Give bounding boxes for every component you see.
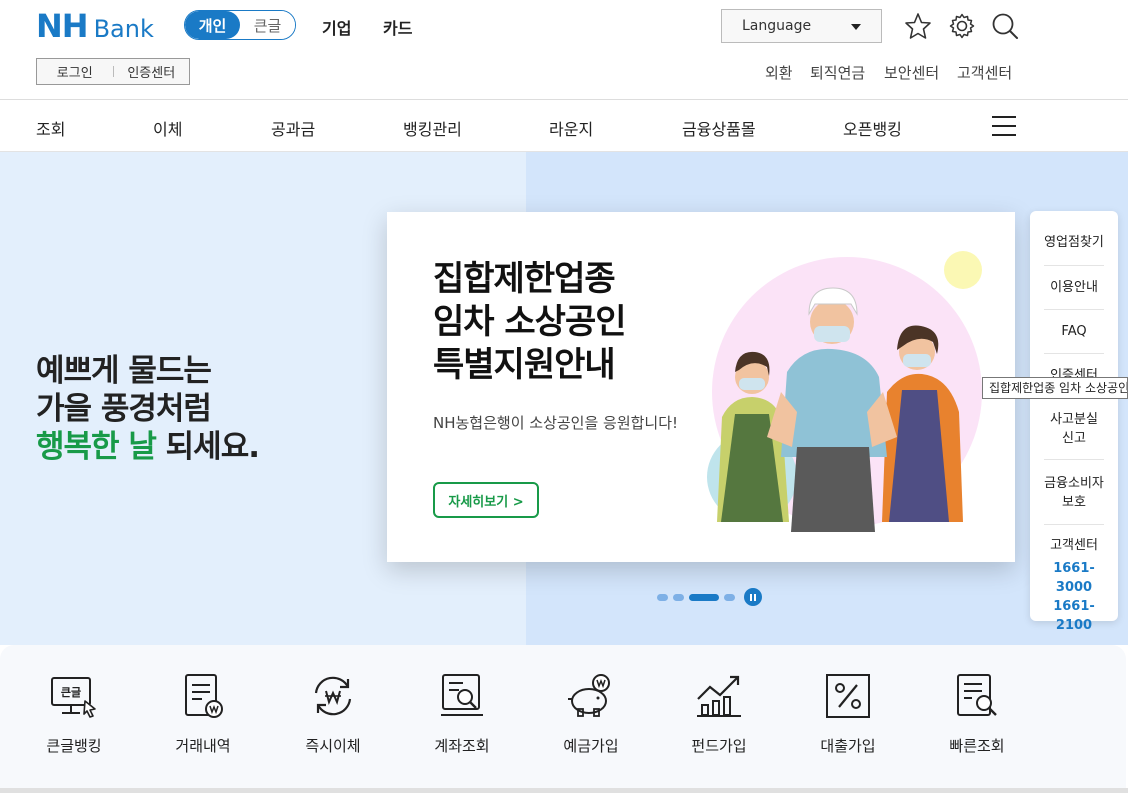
language-label: Language (742, 18, 812, 34)
quick-item-quick-inquiry[interactable]: 빠른조회 (912, 671, 1042, 756)
side-divider (1044, 265, 1104, 266)
quick-label: 거래내역 (175, 737, 231, 755)
banner-detail-button[interactable]: 자세히보기 > (433, 482, 539, 518)
quick-label: 즉시이체 (305, 737, 361, 755)
promo-banner[interactable]: 집합제한업종 임차 소상공인 특별지원안내 NH농협은행이 소상공인을 응원합니… (387, 212, 1015, 562)
side-protect-line-1: 금융소비자 (1044, 476, 1104, 491)
side-usage-guide[interactable]: 이용안내 (1040, 278, 1108, 297)
star-icon[interactable] (904, 12, 932, 40)
side-phone-2: 1661-2100 (1053, 599, 1095, 633)
segment-bigtext[interactable]: 큰글 (240, 11, 295, 39)
corporate-link[interactable]: 기업 (322, 15, 351, 39)
side-divider (1044, 524, 1104, 525)
quick-item-bigtext-banking[interactable]: 큰글 큰글뱅킹 (9, 671, 139, 756)
pause-icon[interactable] (744, 588, 762, 606)
quick-item-account-inquiry[interactable]: 계좌조회 (397, 671, 527, 756)
header: NH Bank 개인 큰글 기업 카드 Language 로그인 인증센터 외환… (0, 0, 1128, 100)
search-icon[interactable] (991, 12, 1019, 40)
side-branch-finder[interactable]: 영업점찾기 (1040, 233, 1108, 252)
quick-item-instant-transfer[interactable]: 즉시이체 (268, 671, 398, 756)
side-lost-line-2: 신고 (1062, 431, 1086, 446)
banner-title-line-2: 임차 소상공인 (433, 302, 627, 342)
page-bottom-divider (0, 788, 1128, 793)
hero-line-2: 가을 풍경처럼 (36, 391, 212, 427)
side-lost-report[interactable]: 사고분실 신고 (1040, 410, 1108, 448)
hero-line-3: 행복한 날 되세요. (36, 428, 260, 466)
logo-nh: NH (36, 7, 89, 45)
hero-line-1: 예쁘게 물드는 (36, 353, 212, 389)
growth-chart-icon (697, 675, 741, 717)
logo-bank: Bank (93, 15, 154, 43)
card-link[interactable]: 카드 (383, 15, 412, 39)
hero-line-3-green: 행복한 날 (36, 429, 157, 465)
banner-title: 집합제한업종 임차 소상공인 특별지원안내 (433, 258, 627, 387)
hero-greeting: 예쁘게 물드는 가을 풍경처럼 행복한 날 되세요. (36, 352, 260, 466)
quick-label: 큰글뱅킹 (46, 737, 102, 755)
small-business-owners-illustration (707, 251, 982, 532)
nav-item-lounge[interactable]: 라운지 (549, 116, 593, 140)
hero-line-3-rest: 되세요. (155, 429, 260, 465)
nh-bank-logo[interactable]: NH Bank (36, 7, 154, 45)
nav-item-openbanking[interactable]: 오픈뱅킹 (843, 116, 902, 140)
nav-item-transfer[interactable]: 이체 (153, 116, 182, 140)
banner-tooltip: 집합제한업종 임차 소상공인 (982, 377, 1128, 399)
side-cs-label: 고객센터 (1050, 538, 1098, 553)
slide-dot-1[interactable] (657, 593, 668, 601)
side-lost-line-1: 사고분실 (1050, 412, 1098, 427)
nav-item-inquiry[interactable]: 조회 (36, 116, 65, 140)
util-link-security[interactable]: 보안센터 (884, 62, 939, 83)
side-phone-1: 1661-3000 (1053, 561, 1095, 595)
slide-dot-4[interactable] (724, 593, 735, 601)
quick-label: 펀드가입 (691, 737, 747, 755)
main-nav: 조회 이체 공과금 뱅킹관리 라운지 금융상품몰 오픈뱅킹 (0, 101, 1128, 152)
language-select[interactable]: Language (721, 9, 882, 43)
util-link-pension[interactable]: 퇴직연금 (810, 62, 865, 83)
nav-item-products[interactable]: 금융상품몰 (682, 116, 756, 140)
quick-side-menu: 영업점찾기 이용안내 FAQ 인증센터 사고분실 신고 금융소비자 보호 고객센… (1030, 211, 1118, 633)
personal-bigtext-toggle[interactable]: 개인 큰글 (184, 10, 296, 40)
quick-label: 빠른조회 (949, 737, 1005, 755)
quick-services: 큰글 큰글뱅킹 거래내역 즉시이체 계좌조회 예금가입 펀드가입 대출가입 빠른… (0, 645, 1126, 793)
util-link-customer[interactable]: 고객센터 (957, 62, 1012, 83)
nav-item-banking-mgmt[interactable]: 뱅킹관리 (403, 116, 462, 140)
quick-label: 대출가입 (820, 737, 876, 755)
monitor-bigtext-icon: 큰글 (51, 677, 96, 718)
document-won-icon (185, 674, 223, 718)
bigtext-icon-label: 큰글 (61, 686, 81, 699)
hamburger-icon[interactable] (992, 116, 1016, 136)
segment-personal[interactable]: 개인 (185, 11, 240, 39)
piggy-bank-icon (568, 674, 610, 717)
login-link[interactable]: 로그인 (37, 62, 113, 81)
refresh-won-icon (314, 676, 352, 716)
side-consumer-protection[interactable]: 금융소비자 보호 (1040, 474, 1108, 512)
slide-dot-3-active[interactable] (689, 593, 719, 601)
banner-title-line-3: 특별지원안내 (433, 345, 616, 385)
quick-item-deposit-signup[interactable]: 예금가입 (526, 671, 656, 756)
banner-pagination (657, 588, 762, 606)
quick-item-transactions[interactable]: 거래내역 (138, 671, 268, 756)
side-faq[interactable]: FAQ (1040, 322, 1108, 341)
side-divider (1044, 309, 1104, 310)
login-cert-box: 로그인 인증센터 (36, 58, 190, 85)
side-divider (1044, 459, 1104, 460)
nav-item-utility[interactable]: 공과금 (271, 116, 315, 140)
percent-icon (826, 674, 870, 718)
cert-center-link[interactable]: 인증센터 (114, 62, 190, 81)
util-link-fx[interactable]: 외환 (765, 62, 793, 83)
chevron-down-icon (851, 24, 861, 30)
banner-subtitle: NH농협은행이 소상공인을 응원합니다! (433, 414, 679, 432)
settings-icon[interactable] (948, 12, 976, 40)
quick-label: 계좌조회 (434, 737, 490, 755)
account-search-icon (441, 674, 483, 716)
side-customer-center[interactable]: 고객센터 1661-3000 1661-2100 (1040, 536, 1108, 635)
banner-title-line-1: 집합제한업종 (433, 259, 616, 299)
quick-label: 예금가입 (563, 737, 619, 755)
document-search-icon (957, 674, 997, 716)
quick-item-loan-signup[interactable]: 대출가입 (783, 671, 913, 756)
side-protect-line-2: 보호 (1062, 495, 1086, 510)
quick-item-fund-signup[interactable]: 펀드가입 (654, 671, 784, 756)
side-divider (1044, 353, 1104, 354)
slide-dot-2[interactable] (673, 593, 684, 601)
